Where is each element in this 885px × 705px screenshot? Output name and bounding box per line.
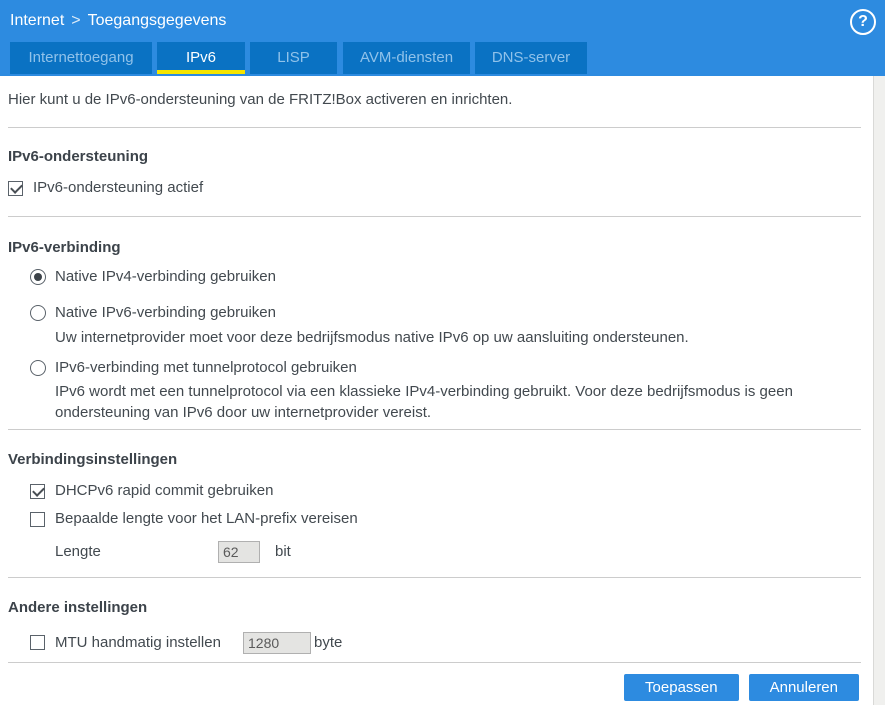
native-ipv6-row: Native IPv6-verbinding gebruiken	[30, 304, 861, 321]
cancel-button[interactable]: Annuleren	[748, 674, 859, 701]
lan-prefix-row: Bepaalde lengte voor het LAN-prefix vere…	[30, 511, 861, 527]
lan-prefix-label[interactable]: Bepaalde lengte voor het LAN-prefix vere…	[55, 511, 358, 527]
ipv6-settings-page: Internet > Toegangsgegevens ? Internettoeg…	[0, 0, 885, 705]
section-title-other-settings: Andere instellingen	[8, 599, 148, 616]
apply-button[interactable]: Toepassen	[624, 674, 739, 701]
length-input	[218, 540, 260, 563]
dhcpv6-row: DHCPv6 rapid commit gebruiken	[30, 483, 861, 499]
tab-avm-diensten[interactable]: AVM-diensten	[343, 42, 470, 74]
main-content: Hier kunt u de IPv6-ondersteuning van de…	[0, 90, 885, 701]
tunnel-label[interactable]: IPv6-verbinding met tunnelprotocol gebru…	[55, 359, 357, 376]
divider	[8, 429, 861, 430]
section-title-connection-settings: Verbindingsinstellingen	[8, 451, 178, 468]
native-ipv6-label[interactable]: Native IPv6-verbinding gebruiken	[55, 304, 276, 321]
page-header: Internet > Toegangsgegevens ? Internettoeg…	[0, 0, 885, 76]
tunnel-radio[interactable]	[30, 359, 46, 376]
divider	[8, 577, 861, 578]
tab-ipv6[interactable]: IPv6	[157, 42, 245, 74]
breadcrumb-page: Toegangsgegevens	[87, 12, 227, 29]
native-ipv4-row: Native IPv4-verbinding gebruiken	[30, 268, 861, 285]
footer-buttons: Toepassen Annuleren	[8, 674, 861, 701]
ipv6-active-label[interactable]: IPv6-ondersteuning actief	[33, 180, 203, 196]
native-ipv6-radio[interactable]	[30, 304, 46, 321]
divider	[8, 127, 861, 128]
length-field-row: Lengte bit	[55, 540, 861, 563]
mtu-input	[243, 631, 311, 654]
mtu-row: MTU handmatig instellen byte	[30, 631, 861, 654]
breadcrumb-separator-icon: >	[71, 12, 81, 29]
lan-prefix-checkbox[interactable]	[30, 511, 45, 527]
divider	[8, 216, 861, 217]
divider	[8, 662, 861, 663]
dhcpv6-rapid-commit-label[interactable]: DHCPv6 rapid commit gebruiken	[55, 483, 273, 499]
breadcrumb-section: Internet	[10, 12, 65, 29]
tab-internettoegang[interactable]: Internettoegang	[10, 42, 152, 74]
tab-bar: Internettoegang IPv6 LISP AVM-diensten D…	[10, 42, 587, 74]
native-ipv4-radio[interactable]	[30, 268, 46, 285]
section-title-ipv6-connection: IPv6-verbinding	[8, 239, 121, 256]
tunnel-row: IPv6-verbinding met tunnelprotocol gebru…	[30, 359, 861, 376]
tunnel-description: IPv6 wordt met een tunnelprotocol via ee…	[55, 383, 793, 421]
mtu-checkbox[interactable]	[30, 635, 45, 650]
tab-dns-server[interactable]: DNS-server	[475, 42, 587, 74]
scrollbar-track[interactable]	[873, 76, 885, 705]
dhcpv6-rapid-commit-checkbox[interactable]	[30, 483, 45, 499]
ipv6-active-checkbox[interactable]	[8, 180, 23, 196]
length-unit: bit	[275, 543, 291, 560]
help-icon[interactable]: ?	[850, 9, 876, 35]
mtu-label[interactable]: MTU handmatig instellen	[55, 634, 243, 651]
mtu-unit: byte	[314, 634, 343, 651]
native-ipv4-label[interactable]: Native IPv4-verbinding gebruiken	[55, 268, 276, 285]
intro-text: Hier kunt u de IPv6-ondersteuning van de…	[8, 91, 513, 108]
ipv6-active-row: IPv6-ondersteuning actief	[8, 180, 861, 196]
section-title-ipv6-support: IPv6-ondersteuning	[8, 148, 149, 165]
breadcrumb: Internet > Toegangsgegevens	[0, 0, 885, 30]
native-ipv6-description: Uw internetprovider moet voor deze bedri…	[55, 329, 689, 346]
length-label: Lengte	[55, 543, 101, 560]
tab-lisp[interactable]: LISP	[250, 42, 337, 74]
